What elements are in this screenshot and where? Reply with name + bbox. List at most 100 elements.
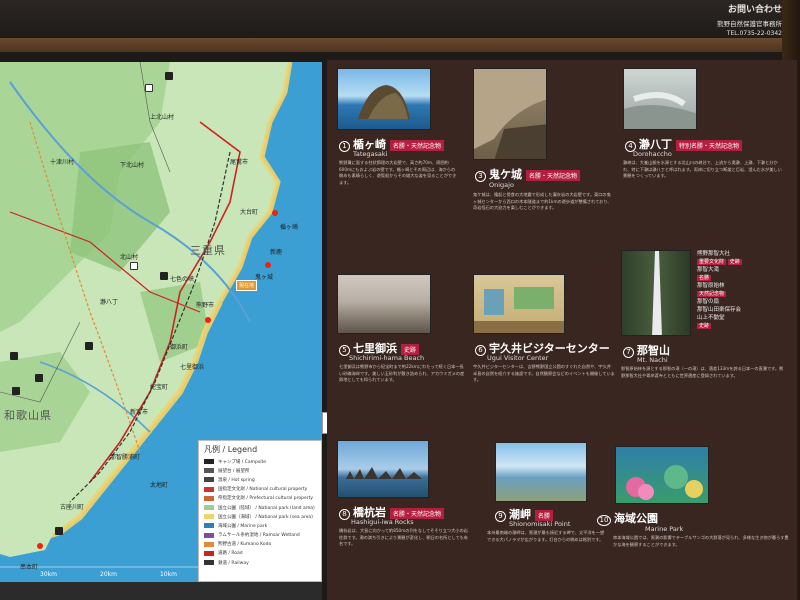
place-label: 御浜町 xyxy=(170,344,189,351)
current-location-marker: 現在地 xyxy=(236,280,258,291)
spot-number: 3 xyxy=(475,171,486,182)
place-label: 上北山村 xyxy=(150,114,175,121)
side-badge: 史跡 xyxy=(727,259,742,265)
spot-description: 宇久井ビジターセンターは、吉野熊野国立公園のすぐれた自然や、宇久井半島の自然を紹… xyxy=(473,364,615,383)
place-label: 北山村 xyxy=(120,254,139,261)
place-label: 尾鷲市 xyxy=(230,159,249,166)
photo-tategasaki xyxy=(337,68,431,130)
nachi-side-list: 熊野那智大社 重要文化財 史跡 那智大滝 名勝 那智原始林 天然記念物 那智の扇… xyxy=(697,250,793,330)
spot-number: 10 xyxy=(597,515,611,526)
legend-label: ラムサール条約湿地 / Ramsar Wetland xyxy=(218,533,300,539)
place-label: 七里御浜 xyxy=(180,364,205,371)
legend-swatch xyxy=(204,550,214,556)
spot-name-en: Hashigui-iwa Rocks xyxy=(351,518,414,526)
contact-block: お問い合わせ 熊野自然保護官事務所 TEL.0735-22-0342 xyxy=(717,2,782,37)
legend-list: キャンプ場 / Campsite 展望台 / 展望所 温泉 / Hot spring… xyxy=(204,457,316,567)
spot-name: 海域公園 xyxy=(614,512,658,525)
wooden-frame-top xyxy=(0,38,800,52)
spot-number: 7 xyxy=(623,347,634,358)
spot-badge: 名勝・天然記念物 xyxy=(390,140,445,151)
legend-label: 国立公園（陸域） / National park (land area) xyxy=(218,505,315,511)
hotspring-icon xyxy=(12,387,20,395)
spot-marker xyxy=(205,317,211,323)
spot-description: 橋杭岩は、大島に向かって約850mの列をなしてそそり立つ大小の岩柱群です。潮の満… xyxy=(339,528,468,547)
map-legend: 凡例 / Legend キャンプ場 / Campsite 展望台 / 展望所 温泉 … xyxy=(198,440,322,582)
photo-marine-park xyxy=(615,446,709,504)
spot-marker xyxy=(265,262,271,268)
place-label: 七色の峡 xyxy=(170,276,195,283)
place-label: 太地町 xyxy=(150,482,169,489)
legend-item: ラムサール条約湿地 / Ramsar Wetland xyxy=(204,531,316,540)
photo-mt-nachi xyxy=(621,250,691,336)
spot-name-en: Dorohaccho xyxy=(633,150,672,158)
place-label: 紀宝町 xyxy=(150,384,169,391)
legend-item: 鉄道 / Railway xyxy=(204,558,316,567)
side-item: 那智大滝 xyxy=(697,267,720,273)
place-label: 新鹿 xyxy=(270,249,283,256)
viewpoint-icon xyxy=(130,262,138,270)
hotspring-icon xyxy=(55,527,63,535)
legend-swatch xyxy=(204,505,214,511)
spot-description: 鬼ケ城は、隆起と侵食の大地震で形成した凝灰岩の大岩壁です。東口の鬼ヶ城センターか… xyxy=(473,192,612,211)
spot-marker xyxy=(272,210,278,216)
spot-description: 串本海域公園では、黒潮の影響でテーブルサンゴの大群落が見られ、多様な生き物が暮ら… xyxy=(613,535,789,547)
contact-org: 熊野自然保護官事務所 xyxy=(717,20,782,28)
spot-number: 9 xyxy=(495,511,506,522)
spot-name-en: Tategasaki xyxy=(353,150,388,158)
side-badge: 名勝 xyxy=(697,275,712,281)
place-label: 十津川村 xyxy=(50,159,75,166)
photo-shionomisaki xyxy=(495,442,587,502)
photo-dorohaccho xyxy=(623,68,697,130)
legend-swatch xyxy=(204,541,214,547)
spot-description: 熊野灘に面する柱状節理の大岩壁で、高さ約70m、周囲約600mにもおよぶ岩の壁で… xyxy=(339,160,457,185)
spot-name-en: Onigajo xyxy=(489,181,514,189)
legend-item: キャンプ場 / Campsite xyxy=(204,457,316,466)
place-label: 鬼ヶ城 xyxy=(255,274,274,281)
spot-description: 本州最南端の潮岬は、黒潮が最も接近する岬で、太平洋を一望できる大パノラマが広がり… xyxy=(487,530,605,542)
legend-label: 国立公園（海域） / National park (sea area) xyxy=(218,514,313,520)
side-item: 熊野那智大社 xyxy=(697,251,731,257)
scale-label: 10km xyxy=(160,571,177,578)
side-item: 那智の扇 xyxy=(697,299,720,305)
spot-badge: 名勝・天然記念物 xyxy=(526,170,581,181)
spots-panel: 1 楯ヶ崎 名勝・天然記念物 Tategasaki 熊野灘に面する柱状節理の大岩… xyxy=(327,60,797,600)
legend-swatch xyxy=(204,495,214,501)
side-badge: 史跡 xyxy=(697,323,712,329)
place-label: 新宮市 xyxy=(130,409,149,416)
legend-swatch xyxy=(204,468,214,474)
legend-label: 海域公園 / Marine park xyxy=(218,523,268,529)
spot-description: 瀞峡は、大峯山脈を水源とする北山川の峡谷で、上流から奥瀞、上瀞、下瀞と分かれ、特… xyxy=(623,160,782,179)
side-item: 山上不動堂 xyxy=(697,315,725,321)
spot-name-en: Mt. Nachi xyxy=(637,356,668,364)
viewpoint-icon xyxy=(145,84,153,92)
legend-swatch xyxy=(204,514,214,520)
legend-swatch xyxy=(204,560,214,566)
place-label: 古座川町 xyxy=(60,504,85,511)
legend-item: 温泉 / Hot spring xyxy=(204,475,316,484)
legend-swatch xyxy=(204,459,214,465)
scale-label: 20km xyxy=(100,571,117,578)
legend-item: 国指定文化財 / National cultural property xyxy=(204,485,316,494)
campsite-icon xyxy=(165,72,173,80)
legend-item: 国立公園（陸域） / National park (land area) xyxy=(204,503,316,512)
side-item: 那智原始林 xyxy=(697,283,725,289)
legend-label: 展望台 / 展望所 xyxy=(218,468,250,474)
legend-item: 国立公園（海域） / National park (sea area) xyxy=(204,512,316,521)
place-label: 下北山村 xyxy=(120,162,145,169)
place-label: 瀞八丁 xyxy=(100,299,119,306)
scale-label: 30km xyxy=(40,571,57,578)
side-item: 那智山田楽保存会 xyxy=(697,307,742,313)
legend-label: 熊野古道 / Kumano Kodo xyxy=(218,542,272,548)
legend-label: 温泉 / Hot spring xyxy=(218,477,255,483)
place-label: 大台町 xyxy=(240,209,259,216)
photo-ugui-visitor-center xyxy=(473,274,565,334)
legend-item: 県指定文化財 / Prefectural cultural property xyxy=(204,494,316,503)
legend-swatch xyxy=(204,486,214,492)
side-badge: 重要文化財 xyxy=(697,259,727,265)
side-badge: 天然記念物 xyxy=(697,291,727,297)
legend-swatch xyxy=(204,532,214,538)
spot-name-en: Ugui Visitor Center xyxy=(487,354,549,362)
spot-number: 8 xyxy=(339,509,350,520)
legend-title: 凡例 / Legend xyxy=(204,445,258,454)
legend-item: 熊野古道 / Kumano Kodo xyxy=(204,540,316,549)
